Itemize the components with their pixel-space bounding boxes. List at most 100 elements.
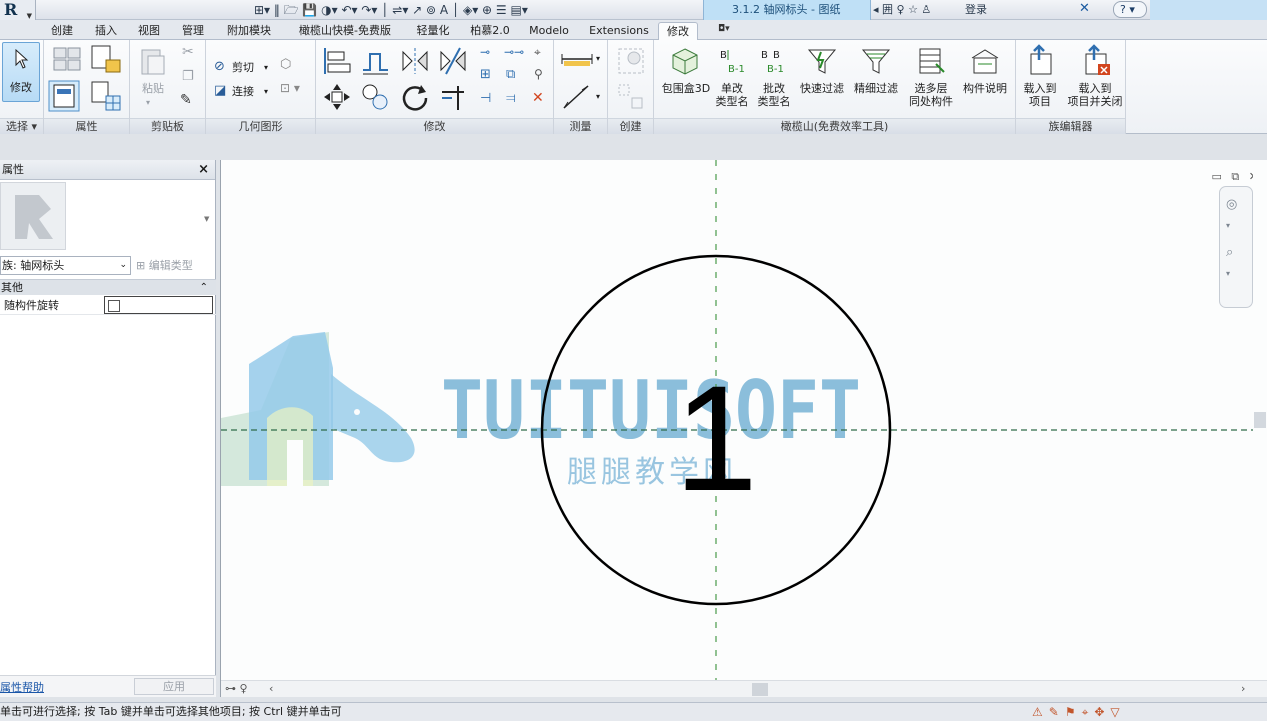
cut-geometry-icon[interactable]: ⊘ — [214, 60, 225, 73]
drawing-area[interactable]: TUITUISOFT 腿腿教学网 1 ▭ ⧉ ✕ ◎ ▾ ⌕ ▾ ⊶ ♀ ‹ › — [220, 160, 1267, 697]
tab-options-icon[interactable]: ◘▾ — [718, 24, 740, 37]
multi-layer-select-button[interactable]: 选多层 同处构件 — [904, 40, 958, 116]
panel-label-family-editor: 族编辑器 — [1016, 118, 1125, 134]
cut-dropdown-icon[interactable]: ▾ — [264, 61, 268, 74]
exchange-apps-icon[interactable]: ✕ — [1079, 1, 1090, 17]
tab-insert[interactable]: 插入 — [86, 22, 126, 40]
split-element-icon[interactable]: ⊸ — [480, 46, 490, 59]
tab-extensions[interactable]: Extensions — [582, 22, 656, 40]
rotate-icon[interactable] — [400, 82, 430, 112]
trim-extend-corner-icon[interactable] — [438, 82, 468, 112]
offset-icon[interactable] — [360, 46, 390, 76]
component-description-button[interactable]: 构件说明 — [958, 40, 1012, 116]
trim-single-icon[interactable]: ⊣ — [480, 92, 491, 105]
section-header-other[interactable]: 其他 ⌃ — [0, 279, 216, 295]
tab-lightweight[interactable]: 轻量化 — [408, 22, 458, 40]
collapse-icon[interactable]: ⌃ — [200, 280, 208, 296]
tab-view[interactable]: 视图 — [129, 22, 169, 40]
split-face-icon[interactable]: ⊡ ▾ — [280, 82, 300, 95]
quick-filter-button[interactable]: 快速过滤 — [796, 40, 848, 116]
array-icon[interactable]: ⊞ — [480, 68, 491, 81]
vertical-scroll-thumb[interactable] — [1254, 412, 1266, 428]
panel-modify: ⊸ ⊸⊸ ⌖ ⊞ ⧉ ⚲ ⊣ ⫤ ✕ 修改 — [316, 40, 554, 134]
apply-button[interactable]: 应用 — [134, 678, 214, 695]
paste-dropdown-icon[interactable]: ▾ — [146, 96, 150, 109]
application-menu-button[interactable]: R ▼ — [0, 0, 36, 21]
join-dropdown-icon[interactable]: ▾ — [264, 85, 268, 98]
horizontal-scroll-thumb[interactable] — [752, 683, 768, 696]
rename-batch-button[interactable]: B B B-1 批改 类型名 — [754, 40, 794, 116]
grid-number-label[interactable]: 1 — [674, 354, 757, 522]
parameter-value-cell[interactable] — [104, 296, 213, 314]
tab-create[interactable]: 创建 — [42, 22, 82, 40]
paste-icon[interactable] — [140, 46, 166, 76]
login-link[interactable]: 登录 — [965, 2, 987, 18]
load-into-project-close-button[interactable]: 载入到 项目并关闭 — [1064, 40, 1126, 116]
panel-label-select[interactable]: 选择 ▾ — [0, 118, 43, 134]
unpin-icon[interactable]: ⌖ — [534, 46, 541, 59]
copy-element-icon[interactable] — [360, 82, 390, 112]
fine-filter-button[interactable]: 精细过滤 — [850, 40, 902, 116]
zoom-dropdown-icon[interactable]: ▾ — [1226, 269, 1230, 278]
tab-ganlanshan[interactable]: 橄榄山快模-免费版 — [286, 22, 404, 40]
family-types-icon[interactable] — [90, 44, 122, 74]
measure-dropdown-icon[interactable]: ▾ — [596, 52, 600, 65]
copy-icon[interactable]: ❐ — [182, 70, 194, 83]
tab-addins[interactable]: 附加模块 — [220, 22, 278, 40]
edit-type-button[interactable]: ⊞ 编辑类型 — [136, 256, 193, 275]
panel-label-create: 创建 — [608, 118, 653, 134]
unjoin-icon[interactable]: ⬡ — [280, 58, 291, 71]
watermark-logo — [221, 332, 415, 486]
scale-icon[interactable]: ⧉ — [506, 68, 515, 81]
create-similar-icon[interactable] — [616, 82, 646, 112]
modify-button[interactable]: 修改 — [2, 42, 40, 102]
type-properties-icon[interactable] — [52, 46, 82, 72]
type-selector-preview[interactable] — [0, 182, 66, 250]
align-icon[interactable] — [322, 46, 352, 76]
match-type-icon[interactable]: ✎ — [180, 93, 192, 107]
tab-modify[interactable]: 修改 — [658, 22, 698, 40]
dimension-dropdown-icon[interactable]: ▾ — [596, 90, 600, 103]
create-group-icon[interactable] — [616, 46, 646, 76]
split-gap-icon[interactable]: ⊸⊸ — [504, 46, 524, 59]
selection-filter-icons[interactable]: ⚠✎⚑⌖✥▽ — [1032, 703, 1126, 721]
tab-modelo[interactable]: Modelo — [521, 22, 577, 40]
cut-clip-icon[interactable]: ✂ — [182, 45, 194, 59]
quick-access-icons[interactable]: ⊞▾ ‖ 🗁 💾 ◑▾ ↶▾ ↷▾ │ ⇌▾ ↗ ⊚ A │ ◈▾ ⊕ ☰ ▤▾ — [254, 2, 528, 18]
pin-icon[interactable]: ⚲ — [534, 68, 543, 81]
steering-wheel-icon[interactable]: ◎ — [1226, 197, 1237, 212]
trim-multiple-icon[interactable]: ⫤ — [506, 92, 516, 105]
close-icon[interactable]: × — [198, 160, 209, 180]
scroll-left-icon[interactable]: ‹ — [269, 682, 273, 695]
aligned-dimension-icon[interactable] — [560, 82, 592, 112]
cut-geometry-button[interactable]: 剪切 — [232, 61, 254, 74]
mirror-draw-axis-icon[interactable] — [438, 46, 468, 76]
tab-manage[interactable]: 管理 — [172, 22, 214, 40]
help-button[interactable]: ? ▾ — [1113, 1, 1147, 18]
properties-toggle-icon[interactable] — [48, 80, 80, 112]
type-selector-dropdown-icon[interactable]: ▼ — [204, 215, 209, 223]
bounding-box-3d-icon — [672, 48, 698, 75]
panel-select: 修改 选择 ▾ — [0, 40, 44, 134]
mirror-pick-axis-icon[interactable] — [400, 46, 430, 76]
rename-single-button[interactable]: B B-1 单改 类型名 — [714, 40, 750, 116]
load-into-project-button[interactable]: 载入到 项目 — [1018, 40, 1062, 116]
join-geometry-icon[interactable]: ◪ — [214, 84, 226, 97]
canvas[interactable]: TUITUISOFT 腿腿教学网 1 — [221, 160, 1254, 680]
view-control-icons[interactable]: ⊶ ♀ — [225, 682, 248, 695]
move-icon[interactable] — [322, 82, 352, 112]
measure-distance-icon[interactable] — [560, 48, 594, 70]
steering-wheel-dropdown-icon[interactable]: ▾ — [1226, 221, 1230, 230]
vertical-scrollbar[interactable] — [1253, 160, 1267, 680]
zoom-region-icon[interactable]: ⌕ — [1226, 245, 1233, 260]
family-category-icon[interactable] — [90, 80, 122, 112]
tab-bimo[interactable]: 柏慕2.0 — [462, 22, 518, 40]
search-icon[interactable]: ◂ 囲 ♀ ☆ ♙ — [873, 3, 931, 16]
delete-icon[interactable]: ✕ — [532, 91, 544, 105]
join-geometry-button[interactable]: 连接 — [232, 85, 254, 98]
family-selector[interactable]: 族: 轴网标头 ⌄ — [0, 256, 131, 275]
properties-help-link[interactable]: 属性帮助 — [0, 679, 44, 695]
bounding-box-3d-button[interactable]: 包围盒3D — [658, 40, 714, 116]
rotate-with-component-checkbox[interactable] — [108, 300, 120, 312]
scroll-right-icon[interactable]: › — [1241, 682, 1245, 695]
